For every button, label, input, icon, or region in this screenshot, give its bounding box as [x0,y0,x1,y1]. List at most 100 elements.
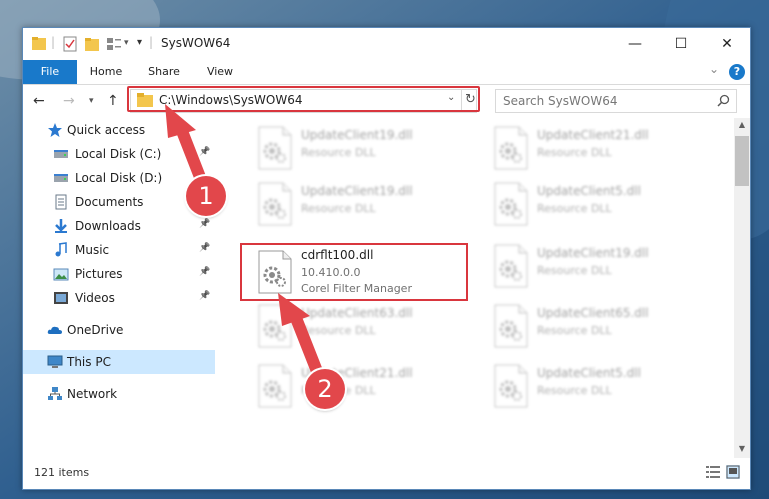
file-item[interactable]: UpdateClient21.dll Resource DLL [485,122,715,172]
pin-icon[interactable]: 📌 [199,147,210,157]
documents-icon [53,194,69,210]
step-1-callout: 1 [186,176,226,216]
sidebar-item-label: Videos [75,291,115,305]
file-item[interactable]: UpdateClient63.dll Resource DLL [249,300,479,350]
sidebar-item-label: This PC [67,355,111,369]
file-type: Resource DLL [301,146,376,159]
sidebar-item-pictures[interactable]: Pictures 📌 [23,262,215,286]
properties-icon[interactable] [63,35,77,53]
onedrive-icon [47,322,63,338]
pin-icon[interactable]: 📌 [199,291,210,301]
pin-icon[interactable]: 📌 [199,267,210,277]
recent-locations-icon[interactable]: ▾ [89,96,94,106]
customize-view-icon[interactable] [106,35,122,53]
sidebar-item-network[interactable]: Network [23,382,215,406]
sidebar-item-label: Network [67,387,118,401]
navigation-pane: Quick access Local Disk (C:) 📌 Local Disk (… [23,118,215,458]
file-item[interactable]: UpdateClient65.dll Resource DLL [485,300,715,350]
large-icons-view-icon[interactable] [726,465,740,479]
search-input[interactable]: Search SysWOW64 [503,94,617,108]
help-icon[interactable]: ? [729,64,745,80]
pin-icon[interactable]: 📌 [199,219,210,229]
sidebar-item-quick-access[interactable]: Quick access [23,118,215,142]
status-bar: 121 items [23,462,750,486]
explorer-window: | ▾ ▾ | SysWOW64 — ☐ ✕ File Home Share V… [22,27,751,490]
music-icon [53,242,69,258]
forward-arrow-icon[interactable]: → [63,93,75,109]
download-icon [53,218,69,234]
dll-file-icon [257,364,293,408]
sidebar-item-local-disk-d[interactable]: Local Disk (D:) [23,166,215,190]
tab-file[interactable]: File [23,60,77,84]
search-icon[interactable] [717,94,730,107]
tab-view[interactable]: View [197,60,243,84]
pin-icon[interactable]: 📌 [199,243,210,253]
sidebar-item-onedrive[interactable]: OneDrive [23,318,215,342]
file-type: Resource DLL [301,324,376,337]
divider: | [51,35,56,49]
scroll-up-icon[interactable]: ▲ [734,120,750,129]
file-type: Resource DLL [537,384,612,397]
close-button[interactable]: ✕ [704,28,750,60]
file-name: UpdateClient21.dll [537,128,649,142]
file-type: Resource DLL [301,202,376,215]
dll-file-icon [493,182,529,226]
file-item[interactable]: UpdateClient19.dll Resource DLL [249,122,479,172]
sidebar-item-label: Pictures [75,267,123,281]
item-count: 121 items [34,466,90,479]
sidebar-item-this-pc[interactable]: This PC [23,350,215,374]
drive-icon [53,146,69,162]
star-icon [47,122,63,138]
file-type: Resource DLL [537,202,612,215]
tab-home[interactable]: Home [83,60,129,84]
vertical-scrollbar[interactable]: ▲ ▼ [734,118,750,458]
quick-access-dropdown-icon[interactable]: ▾ [137,37,142,55]
sidebar-item-local-disk-c[interactable]: Local Disk (C:) 📌 [23,142,215,166]
file-highlight [240,243,468,301]
drive-icon [53,170,69,186]
sidebar-item-label: Documents [75,195,144,209]
file-type: Resource DLL [537,264,612,277]
file-name: UpdateClient5.dll [537,366,641,380]
file-name: UpdateClient5.dll [537,184,641,198]
sidebar-item-videos[interactable]: Videos 📌 [23,286,215,310]
search-box[interactable]: Search SysWOW64 [495,89,737,113]
chevron-down-icon[interactable]: ▾ [124,38,129,56]
dll-file-icon [493,304,529,348]
file-item[interactable]: UpdateClient5.dll Resource DLL [485,360,715,410]
file-item[interactable]: UpdateClient21.dllResource DLL [249,360,479,410]
tab-share[interactable]: Share [141,60,187,84]
sidebar-item-label: Downloads [75,219,141,233]
up-arrow-icon[interactable]: ↑ [107,93,119,109]
videos-icon [53,290,69,306]
file-name: UpdateClient19.dll [301,128,413,142]
sidebar-item-label: Quick access [67,123,146,137]
dll-file-icon [257,126,293,170]
file-name: UpdateClient19.dll [537,246,649,260]
dll-file-icon [257,304,293,348]
new-folder-icon[interactable] [85,35,99,53]
file-item[interactable]: UpdateClient19.dll Resource DLL [485,240,715,290]
maximize-button[interactable]: ☐ [658,28,704,60]
scroll-thumb[interactable] [735,136,749,186]
file-name: UpdateClient19.dll [301,184,413,198]
dll-file-icon [493,364,529,408]
step-2-callout: 2 [305,369,345,409]
window-title: SysWOW64 [161,36,231,50]
file-type: Resource DLL [537,146,612,159]
details-view-icon[interactable] [706,465,720,479]
dll-file-icon [257,182,293,226]
sidebar-item-label: Music [75,243,110,257]
address-row: ← → ▾ ↑ C:\Windows\SysWOW64 ⌄ ↻ Search S… [23,85,750,117]
file-item[interactable]: UpdateClient5.dll Resource DLL [485,178,715,228]
minimize-button[interactable]: — [612,28,658,60]
address-bar-highlight [127,86,480,112]
computer-icon [47,354,63,370]
collapse-ribbon-icon[interactable]: ⌄ [709,62,719,76]
scroll-down-icon[interactable]: ▼ [734,444,750,453]
sidebar-item-music[interactable]: Music 📌 [23,238,215,262]
file-item[interactable]: UpdateClient19.dll Resource DLL [249,178,479,228]
back-arrow-icon[interactable]: ← [33,93,45,109]
divider: | [149,35,154,49]
sidebar-item-downloads[interactable]: Downloads 📌 [23,214,215,238]
